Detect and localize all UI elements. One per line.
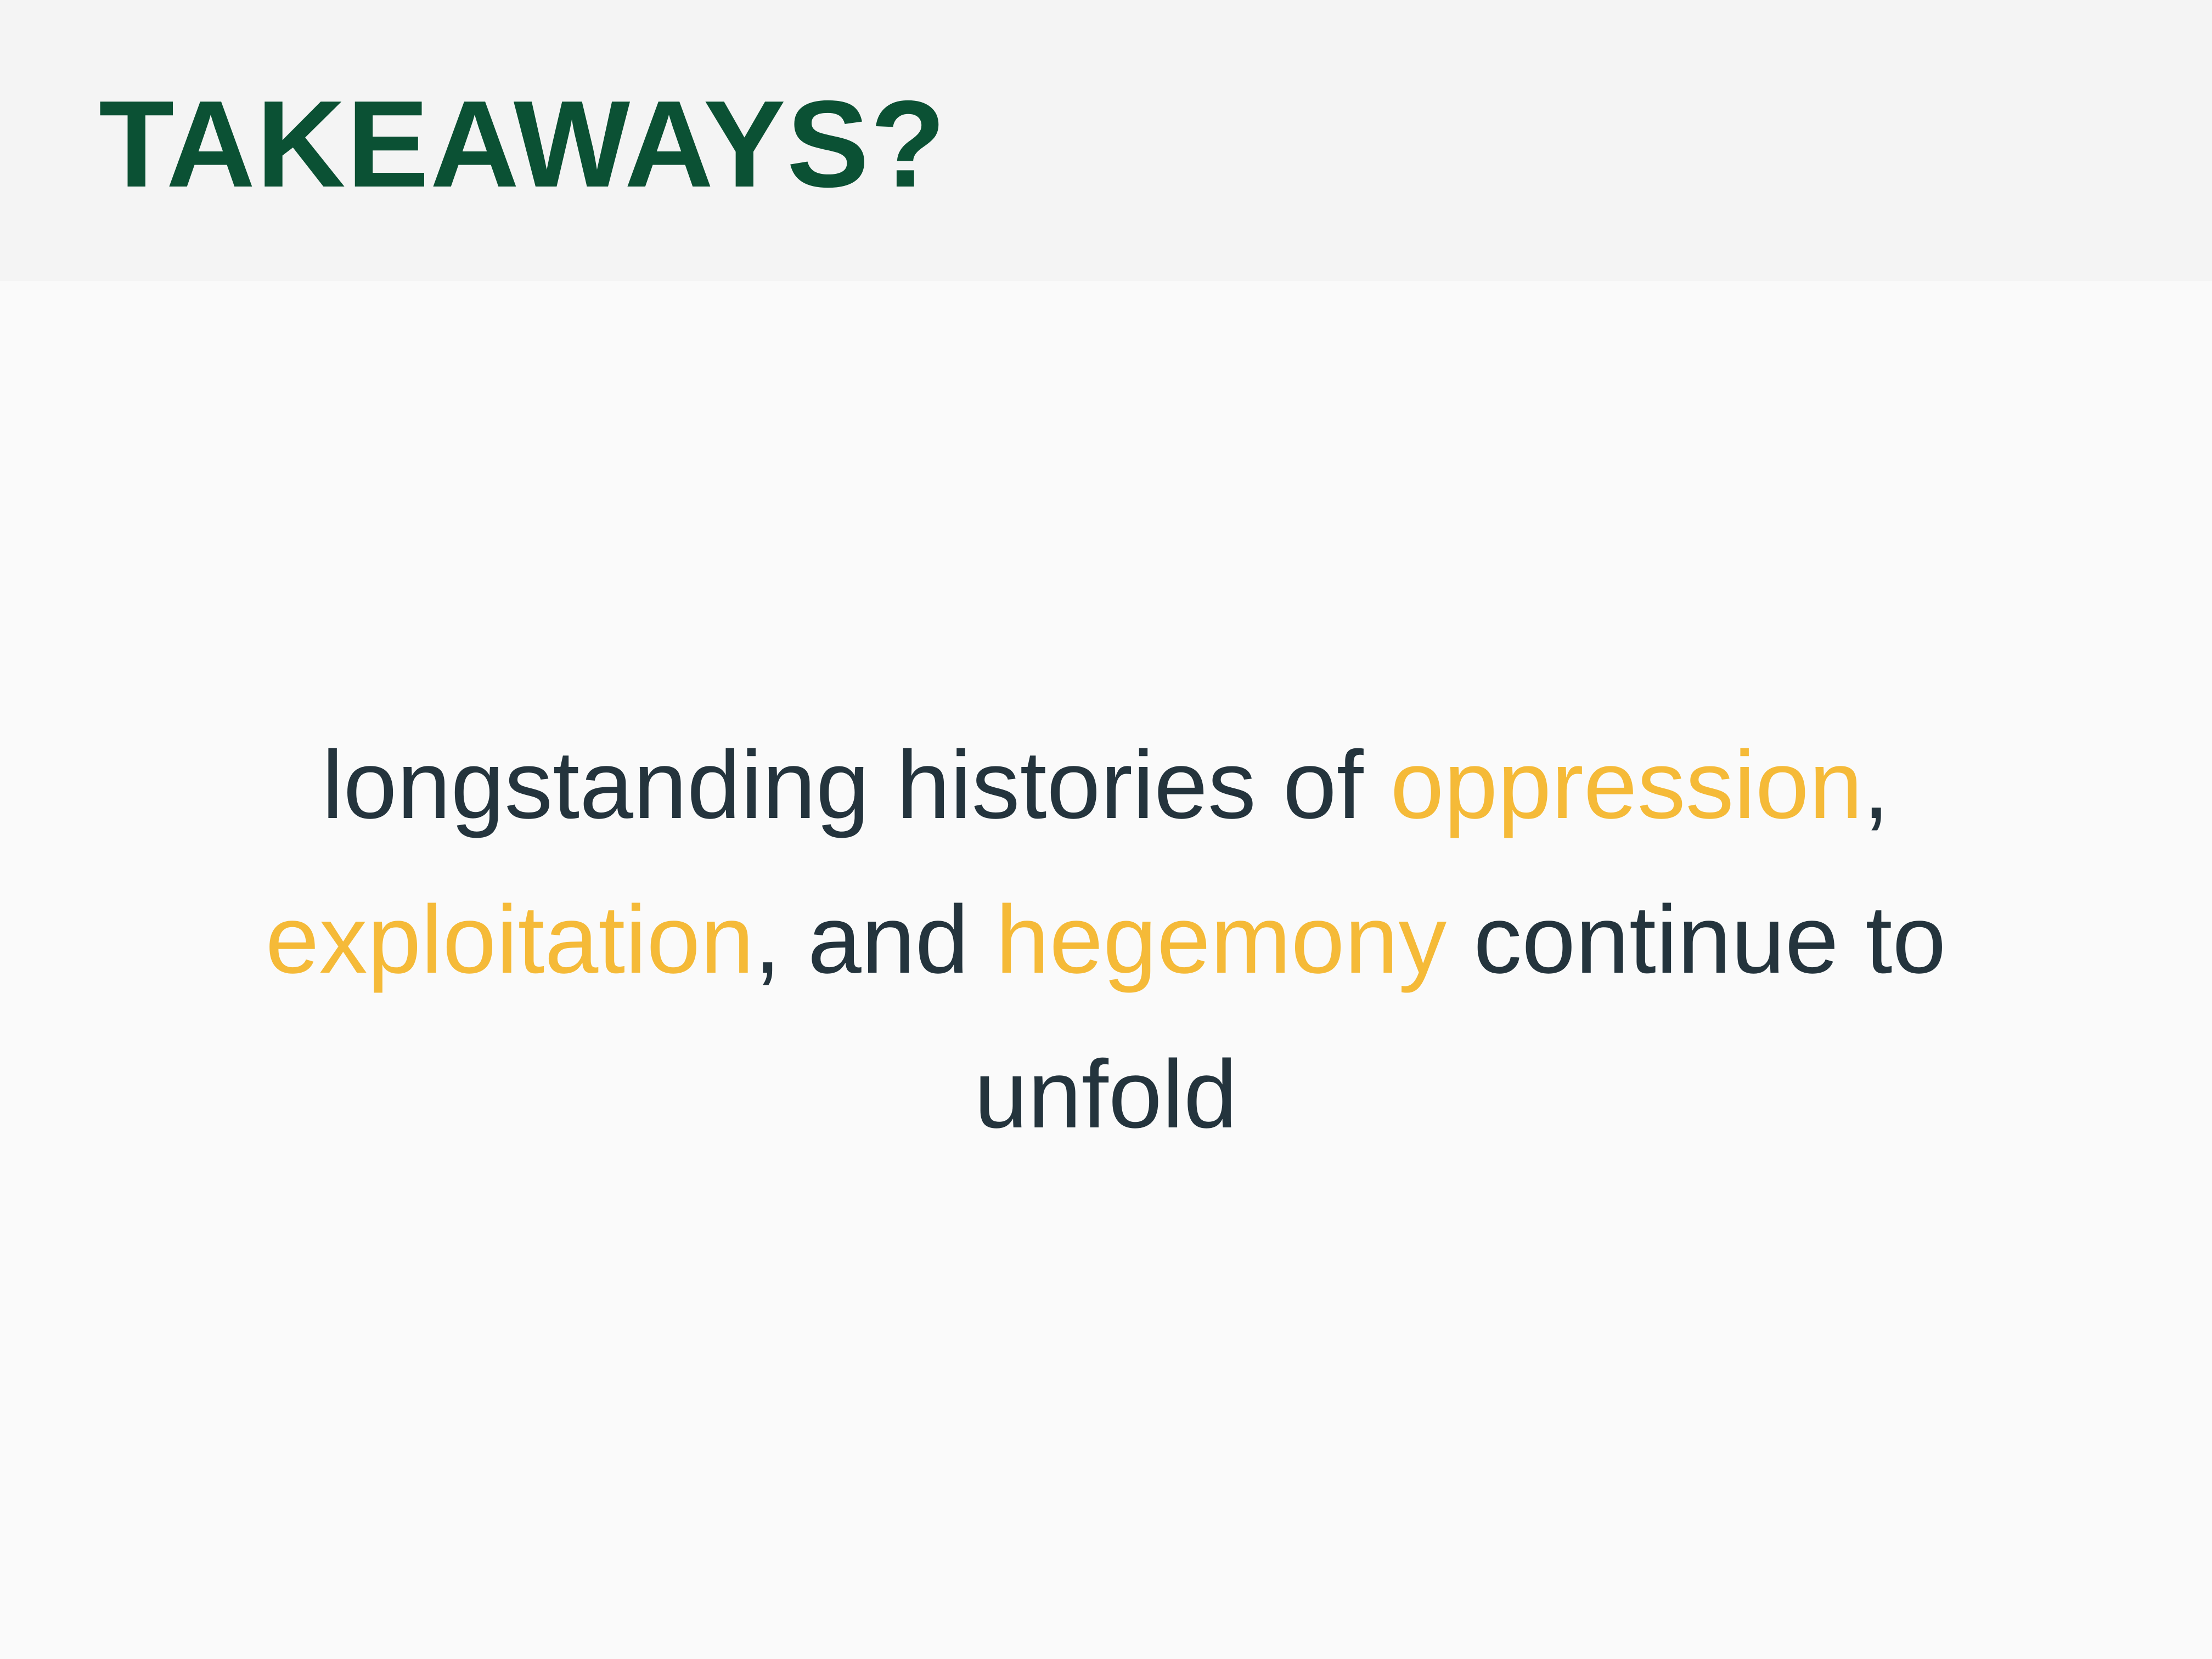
statement-text-intro: longstanding histories of [322, 731, 1391, 839]
slide-title: TAKEAWAYS? [99, 75, 947, 213]
slide-header: TAKEAWAYS? [0, 0, 2212, 281]
keyword-oppression: oppression [1390, 731, 1863, 839]
keyword-exploitation: exploitation [265, 886, 755, 994]
statement-comma: , [1862, 731, 1890, 839]
takeaway-statement: longstanding histories of oppression, ex… [181, 708, 2030, 1172]
keyword-hegemony: hegemony [995, 886, 1447, 994]
statement-text-and: , and [754, 886, 996, 994]
